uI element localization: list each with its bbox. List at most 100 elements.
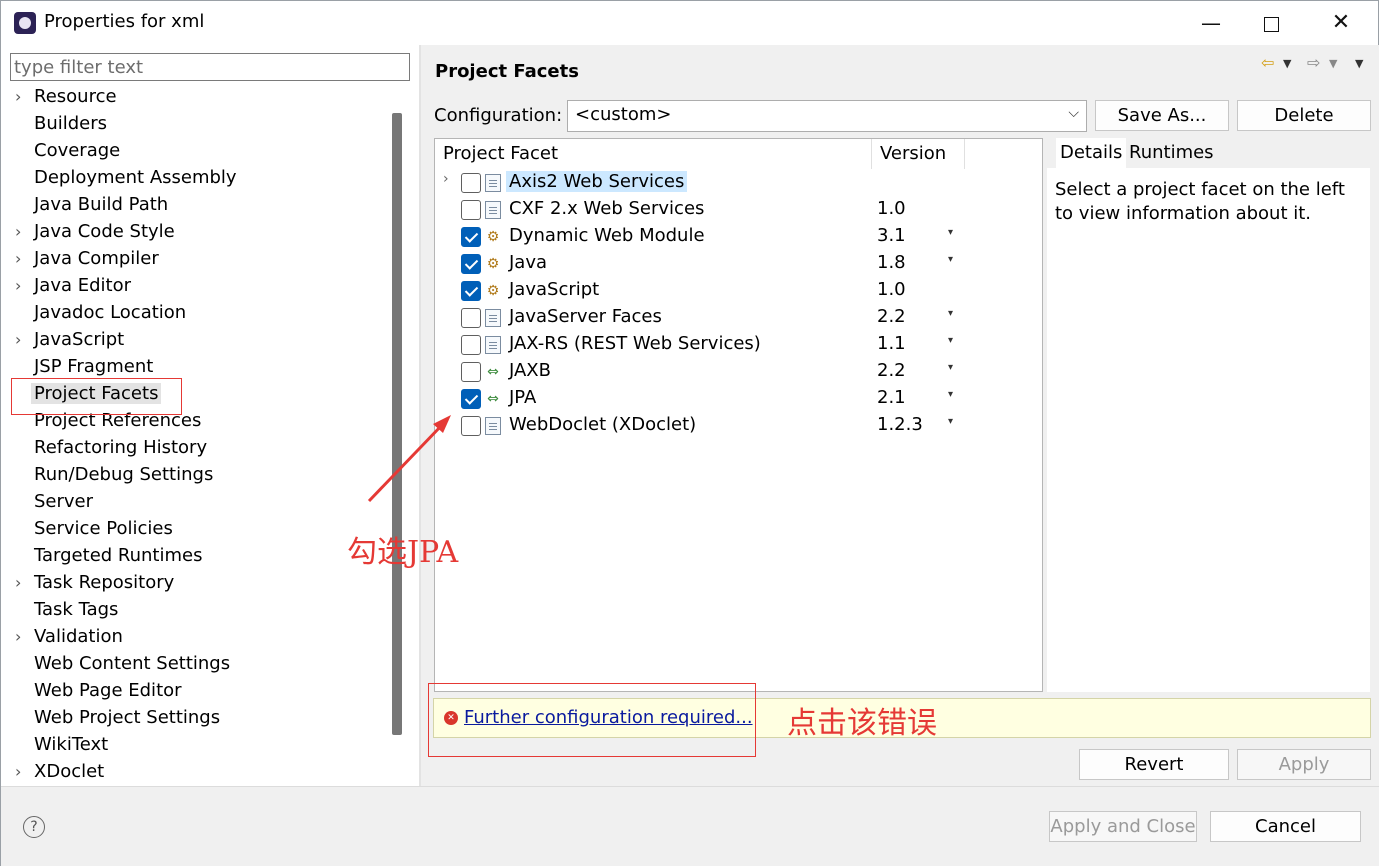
version-dropdown-icon[interactable]: ▾ (948, 362, 953, 373)
facet-row[interactable]: CXF 2.x Web Services 1.0 (435, 197, 1035, 224)
facet-checkbox[interactable] (461, 254, 481, 274)
details-text: Select a project facet on the left to vi… (1047, 168, 1370, 692)
chevron-right-icon[interactable]: › (15, 276, 21, 295)
facet-version[interactable]: 2.1 (877, 387, 906, 408)
version-dropdown-icon[interactable]: ▾ (948, 254, 953, 265)
facet-version[interactable]: 3.1 (877, 225, 906, 246)
tree-item[interactable]: › XDoclet (1, 760, 381, 787)
column-header-project-facet[interactable]: Project Facet (435, 139, 872, 169)
properties-dialog: Properties for xml — ✕ › Resource Builders… (0, 0, 1379, 866)
facet-row[interactable]: ⇔ JPA 2.1 ▾ (435, 386, 1035, 413)
tree-item[interactable]: WikiText (1, 733, 381, 760)
version-dropdown-icon[interactable]: ▾ (948, 227, 953, 238)
facet-checkbox[interactable] (461, 416, 481, 436)
forward-arrow-icon[interactable]: ⇨ (1307, 53, 1320, 72)
eclipse-app-icon (14, 12, 36, 34)
apply-button[interactable]: Apply (1237, 749, 1371, 780)
close-button[interactable]: ✕ (1311, 1, 1371, 45)
facet-row[interactable]: ⇔ JAXB 2.2 ▾ (435, 359, 1035, 386)
chevron-right-icon[interactable]: › (443, 171, 449, 187)
column-header-version[interactable]: Version (872, 139, 965, 169)
chevron-right-icon[interactable]: › (15, 222, 21, 241)
facet-checkbox[interactable] (461, 335, 481, 355)
properties-navigation: › Resource Builders Coverage Deployment Asse… (1, 45, 419, 786)
facet-row[interactable]: ⚙ Java 1.8 ▾ (435, 251, 1035, 278)
tree-item[interactable]: Web Page Editor (1, 679, 381, 706)
chevron-right-icon[interactable]: › (15, 573, 21, 592)
facet-row[interactable]: ⚙ Dynamic Web Module 3.1 ▾ (435, 224, 1035, 251)
tree-item[interactable]: › Task Repository (1, 571, 381, 598)
chevron-right-icon[interactable]: › (15, 249, 21, 268)
version-dropdown-icon[interactable]: ▾ (948, 389, 953, 400)
apply-and-close-button[interactable]: Apply and Close (1049, 811, 1197, 842)
tree-item[interactable]: › Validation (1, 625, 381, 652)
tab-details[interactable]: Details (1056, 138, 1127, 168)
facet-name: Java (509, 252, 548, 273)
minimize-button[interactable]: — (1181, 1, 1241, 45)
tree-item[interactable]: Web Content Settings (1, 652, 381, 679)
tree-item[interactable]: › Java Code Style (1, 220, 381, 247)
delete-button[interactable]: Delete (1237, 100, 1371, 131)
tree-item[interactable]: Service Policies (1, 517, 381, 544)
facet-row[interactable]: JAX-RS (REST Web Services) 1.1 ▾ (435, 332, 1035, 359)
facet-checkbox[interactable] (461, 308, 481, 328)
facet-name: JAXB (509, 360, 551, 381)
tree-item[interactable]: Java Build Path (1, 193, 381, 220)
chevron-right-icon[interactable]: › (15, 87, 21, 106)
tree-item[interactable]: Web Project Settings (1, 706, 381, 733)
tree-item[interactable]: Run/Debug Settings (1, 463, 381, 490)
facet-checkbox[interactable] (461, 173, 481, 193)
help-icon[interactable]: ? (23, 816, 45, 838)
save-as-button[interactable]: Save As... (1095, 100, 1229, 131)
facet-version[interactable]: 1.1 (877, 333, 906, 354)
tree-item[interactable]: › JavaScript (1, 328, 381, 355)
chevron-right-icon[interactable]: › (15, 330, 21, 349)
tree-item[interactable]: Coverage (1, 139, 381, 166)
back-menu-chevron-icon[interactable]: ▼ (1283, 57, 1291, 70)
forward-menu-chevron-icon[interactable]: ▼ (1329, 57, 1337, 70)
tree-item[interactable]: Javadoc Location (1, 301, 381, 328)
tree-item[interactable]: Server (1, 490, 381, 517)
tree-item[interactable]: › Java Editor (1, 274, 381, 301)
facet-version[interactable]: 1.8 (877, 252, 906, 273)
facet-row[interactable]: JavaServer Faces 2.2 ▾ (435, 305, 1035, 332)
tree-item[interactable]: Targeted Runtimes (1, 544, 381, 571)
view-menu-icon[interactable]: ▼ (1355, 57, 1363, 70)
facet-version[interactable]: 1.2.3 (877, 414, 923, 435)
revert-button[interactable]: Revert (1079, 749, 1229, 780)
facet-checkbox[interactable] (461, 281, 481, 301)
back-arrow-icon[interactable]: ⇦ (1261, 53, 1274, 72)
facet-row[interactable]: ⚙ JavaScript 1.0 (435, 278, 1035, 305)
facet-checkbox[interactable] (461, 200, 481, 220)
dialog-button-bar: ? Apply and Close Cancel (1, 786, 1379, 866)
tree-item[interactable]: › Java Compiler (1, 247, 381, 274)
tree-item[interactable]: › Resource (1, 85, 381, 112)
cancel-button[interactable]: Cancel (1210, 811, 1361, 842)
tree-item-label: Server (34, 491, 94, 512)
version-dropdown-icon[interactable]: ▾ (948, 416, 953, 427)
tree-item[interactable]: Deployment Assembly (1, 166, 381, 193)
tree-scrollbar-thumb[interactable] (392, 113, 402, 735)
page-title: Project Facets (435, 61, 579, 82)
facet-checkbox[interactable] (461, 227, 481, 247)
facet-row[interactable]: WebDoclet (XDoclet) 1.2.3 ▾ (435, 413, 1035, 440)
chevron-right-icon[interactable]: › (15, 762, 21, 781)
tab-runtimes[interactable]: Runtimes (1125, 138, 1218, 168)
facet-name: JavaScript (509, 279, 600, 300)
facet-version[interactable]: 2.2 (877, 360, 906, 381)
tree-item[interactable]: Task Tags (1, 598, 381, 625)
tree-item[interactable]: Builders (1, 112, 381, 139)
filter-input[interactable] (10, 53, 410, 81)
facet-checkbox[interactable] (461, 362, 481, 382)
facet-version[interactable]: 2.2 (877, 306, 906, 327)
chevron-right-icon[interactable]: › (15, 627, 21, 646)
version-dropdown-icon[interactable]: ▾ (948, 308, 953, 319)
tree-item[interactable]: Refactoring History (1, 436, 381, 463)
facet-checkbox[interactable] (461, 389, 481, 409)
facet-row[interactable]: › Axis2 Web Services (435, 170, 1035, 197)
maximize-button[interactable] (1241, 1, 1301, 45)
version-dropdown-icon[interactable]: ▾ (948, 335, 953, 346)
configuration-select[interactable]: <custom> ⌵ (567, 100, 1087, 132)
tree-item-label: Task Repository (34, 572, 175, 593)
document-icon (485, 201, 501, 219)
